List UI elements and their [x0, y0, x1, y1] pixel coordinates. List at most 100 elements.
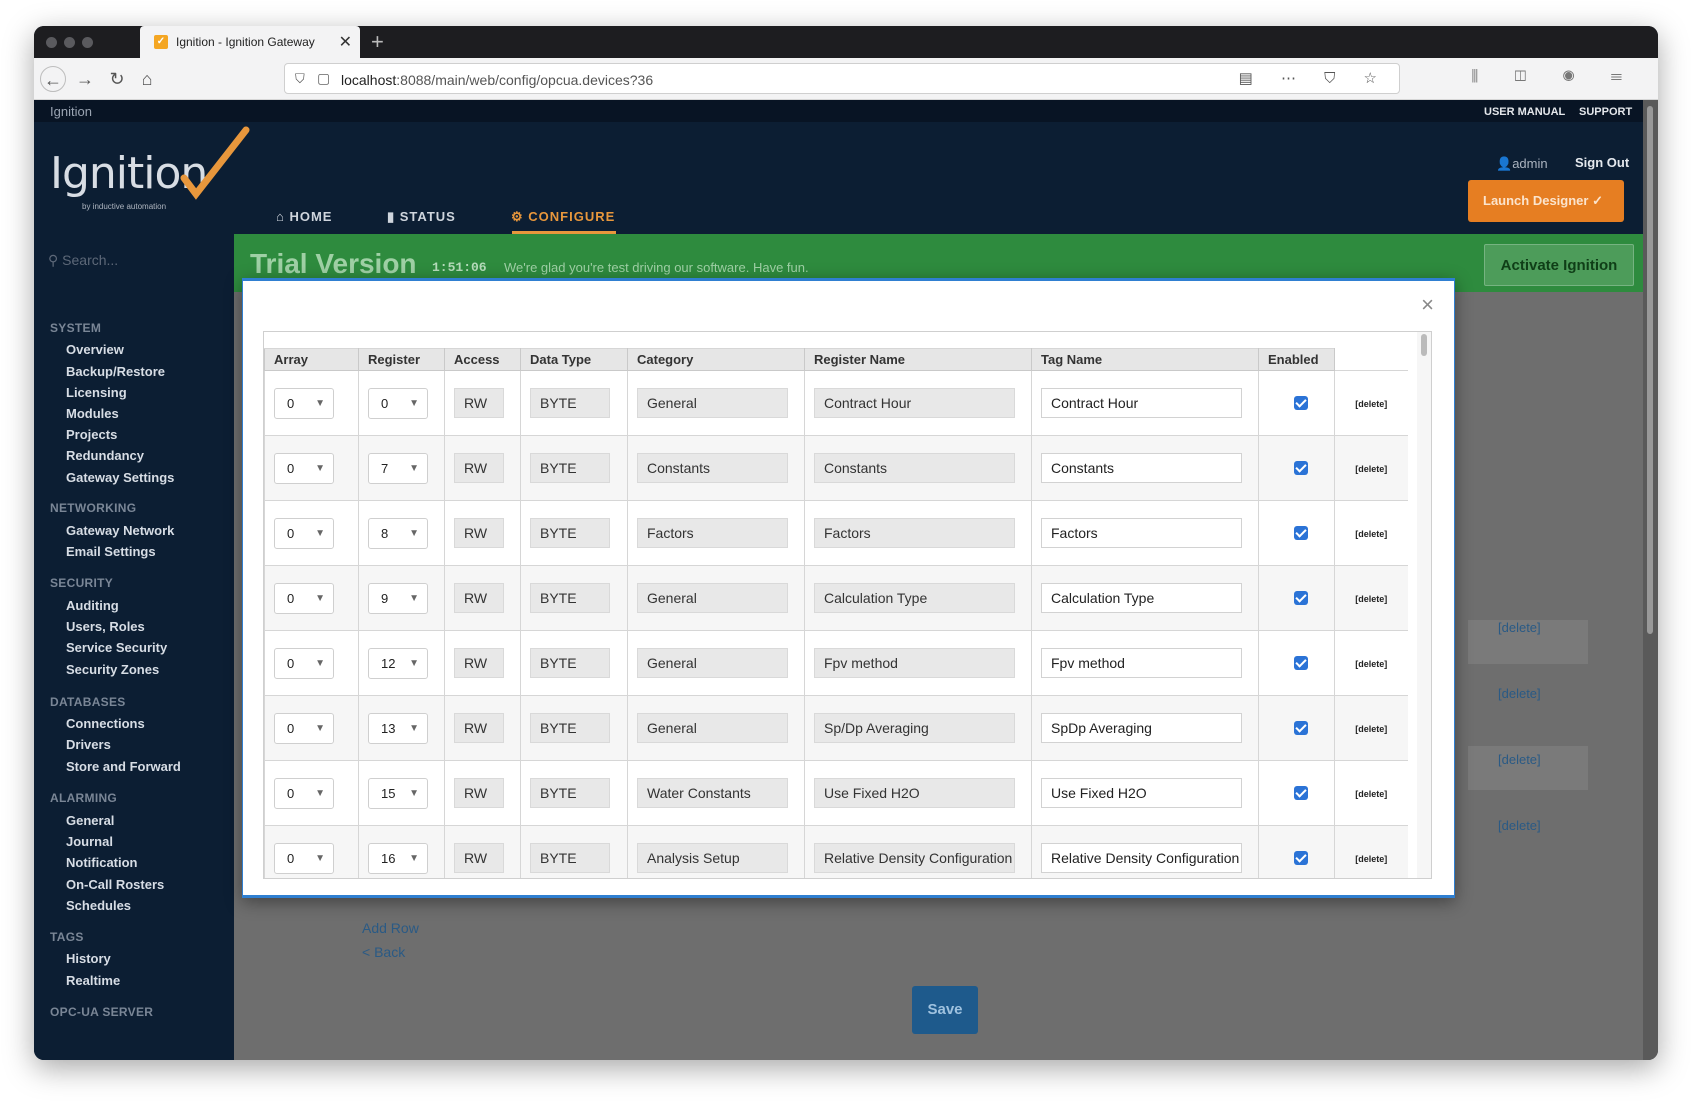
minimize-window-button[interactable] — [64, 37, 75, 48]
sidebar-item[interactable]: Modules — [66, 406, 119, 421]
close-icon[interactable]: × — [1421, 294, 1434, 316]
sidebar-item[interactable]: Overview — [66, 342, 124, 357]
close-window-button[interactable] — [46, 37, 57, 48]
background-delete-link[interactable]: [delete] — [1498, 818, 1541, 833]
back-link[interactable]: < Back — [362, 944, 405, 960]
array-select[interactable]: 0 ▼ — [274, 712, 334, 744]
library-sidebar-account-menu-icons[interactable]: ⫼ ◫ ◉ ☰ — [1471, 68, 1638, 85]
tag-name-input[interactable]: Factors — [1041, 518, 1242, 548]
array-select[interactable]: 0 ▼ — [274, 387, 334, 419]
sidebar-item[interactable]: General — [66, 813, 114, 828]
nav-configure[interactable]: ⚙ CONFIGURE — [511, 209, 615, 225]
sidebar-item[interactable]: Licensing — [66, 385, 127, 400]
dropdown-caret-icon: ▼ — [315, 787, 325, 799]
user-manual-link[interactable]: USER MANUAL — [1484, 106, 1565, 118]
enabled-checkbox[interactable] — [1294, 656, 1308, 670]
nav-home[interactable]: ⌂ HOME — [276, 209, 332, 224]
sidebar-item[interactable]: Realtime — [66, 973, 120, 988]
enabled-checkbox[interactable] — [1294, 851, 1308, 865]
background-delete-link[interactable]: [delete] — [1498, 686, 1541, 701]
sidebar-item[interactable]: History — [66, 951, 111, 966]
close-tab-icon[interactable]: ✕ — [339, 32, 352, 52]
background-delete-link[interactable]: [delete] — [1498, 752, 1541, 767]
sidebar-item[interactable]: Users, Roles — [66, 619, 145, 634]
sidebar-item[interactable]: Security Zones — [66, 662, 159, 677]
reload-icon[interactable]: ↻ — [104, 66, 130, 92]
register-select[interactable]: 0 ▼ — [368, 387, 428, 419]
enabled-checkbox[interactable] — [1294, 396, 1308, 410]
sidebar-item[interactable]: Email Settings — [66, 544, 156, 559]
new-tab-icon[interactable]: + — [371, 29, 384, 55]
enabled-checkbox[interactable] — [1294, 526, 1308, 540]
register-select[interactable]: 8 ▼ — [368, 517, 428, 549]
background-delete-link[interactable]: [delete] — [1498, 620, 1541, 635]
sidebar-item[interactable]: Connections — [66, 716, 145, 731]
register-select[interactable]: 16 ▼ — [368, 842, 428, 874]
launch-designer-button[interactable]: Launch Designer ✓ — [1468, 180, 1624, 222]
register-select[interactable]: 12 ▼ — [368, 647, 428, 679]
delete-row-link[interactable]: [delete] — [1355, 789, 1387, 799]
sidebar-item[interactable]: Drivers — [66, 737, 111, 752]
delete-row-link[interactable]: [delete] — [1355, 594, 1387, 604]
url-action-icons[interactable]: ▤ ⋯ ⛉ ☆ — [1239, 69, 1389, 87]
sidebar-item[interactable]: Notification — [66, 855, 138, 870]
register-select[interactable]: 13 ▼ — [368, 712, 428, 744]
array-select[interactable]: 0 ▼ — [274, 842, 334, 874]
array-select[interactable]: 0 ▼ — [274, 647, 334, 679]
tag-name-input[interactable]: Use Fixed H2O — [1041, 778, 1242, 808]
home-icon[interactable]: ⌂ — [134, 66, 160, 92]
sidebar-item[interactable]: Schedules — [66, 898, 131, 913]
tag-name-input[interactable]: SpDp Averaging — [1041, 713, 1242, 743]
nav-status[interactable]: ▮ STATUS — [387, 209, 456, 225]
enabled-checkbox[interactable] — [1294, 461, 1308, 475]
page-icon: ▢ — [317, 70, 331, 86]
enabled-checkbox[interactable] — [1294, 786, 1308, 800]
table-scrollbar-thumb[interactable] — [1421, 334, 1427, 356]
sidebar-item[interactable]: Gateway Network — [66, 523, 174, 538]
register-select[interactable]: 9 ▼ — [368, 582, 428, 614]
enabled-checkbox[interactable] — [1294, 721, 1308, 735]
tag-name-input[interactable]: Relative Density Configuration — [1041, 843, 1242, 873]
enabled-checkbox[interactable] — [1294, 591, 1308, 605]
page-scrollbar-thumb[interactable] — [1647, 106, 1653, 634]
sidebar-item[interactable]: On-Call Rosters — [66, 877, 164, 892]
tag-name-input[interactable]: Contract Hour — [1041, 388, 1242, 418]
save-button[interactable]: Save — [912, 986, 978, 1034]
sidebar-item[interactable]: Redundancy — [66, 448, 144, 463]
dropdown-caret-icon: ▼ — [315, 397, 325, 409]
array-select[interactable]: 0 ▼ — [274, 517, 334, 549]
support-link[interactable]: SUPPORT — [1579, 106, 1632, 118]
sidebar-item[interactable]: Projects — [66, 427, 117, 442]
add-row-link[interactable]: Add Row — [362, 920, 419, 936]
array-select[interactable]: 0 ▼ — [274, 582, 334, 614]
delete-row-link[interactable]: [delete] — [1355, 659, 1387, 669]
register-select[interactable]: 7 ▼ — [368, 452, 428, 484]
delete-row-link[interactable]: [delete] — [1355, 854, 1387, 864]
array-select[interactable]: 0 ▼ — [274, 452, 334, 484]
delete-row-link[interactable]: [delete] — [1355, 529, 1387, 539]
address-bar[interactable]: ⛉ ▢ localhost:8088/main/web/config/opcua… — [284, 63, 1400, 94]
tag-name-input[interactable]: Fpv method — [1041, 648, 1242, 678]
sidebar-item[interactable]: Gateway Settings — [66, 470, 174, 485]
sidebar-item[interactable]: Store and Forward — [66, 759, 181, 774]
forward-arrow-icon[interactable]: → — [72, 66, 98, 92]
activate-ignition-button[interactable]: Activate Ignition — [1484, 244, 1634, 286]
tag-name-input[interactable]: Calculation Type — [1041, 583, 1242, 613]
table-scrollbar[interactable] — [1417, 332, 1431, 878]
back-arrow-icon[interactable]: ← — [40, 66, 66, 92]
array-select[interactable]: 0 ▼ — [274, 777, 334, 809]
zoom-window-button[interactable] — [82, 37, 93, 48]
tag-name-input[interactable]: Constants — [1041, 453, 1242, 483]
browser-tab[interactable]: ✓ Ignition - Ignition Gateway ✕ — [140, 26, 360, 58]
sidebar-item[interactable]: Service Security — [66, 640, 167, 655]
sidebar-item[interactable]: Backup/Restore — [66, 364, 165, 379]
sidebar-search[interactable]: ⚲ Search... — [48, 252, 118, 269]
sidebar-item[interactable]: Auditing — [66, 598, 119, 613]
sidebar-item[interactable]: Journal — [66, 834, 113, 849]
delete-row-link[interactable]: [delete] — [1355, 399, 1387, 409]
sign-out-link[interactable]: Sign Out — [1575, 155, 1629, 170]
register-select[interactable]: 15 ▼ — [368, 777, 428, 809]
delete-row-link[interactable]: [delete] — [1355, 724, 1387, 734]
user-menu[interactable]: 👤admin — [1496, 156, 1548, 172]
delete-row-link[interactable]: [delete] — [1355, 464, 1387, 474]
